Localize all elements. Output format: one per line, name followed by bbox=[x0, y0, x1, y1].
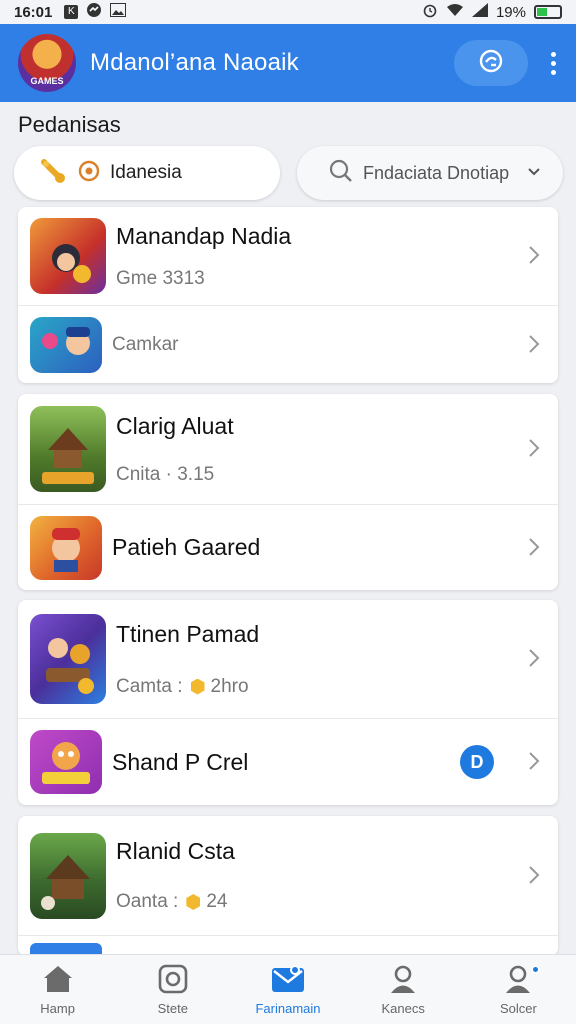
coin-icon bbox=[190, 678, 205, 695]
game-title: Ttinen Pamad bbox=[116, 620, 260, 647]
mail-icon bbox=[270, 964, 306, 997]
search-filter-chip[interactable]: Fndaciata Dnotiap bbox=[297, 146, 563, 200]
nav-label: Hamp bbox=[40, 1000, 75, 1016]
app-logo-text: GAMES bbox=[30, 76, 64, 86]
signal-icon bbox=[471, 3, 488, 21]
game-title: Rlanid Csta bbox=[116, 838, 235, 864]
chevron-right-icon bbox=[528, 329, 540, 361]
game-subtitle: Camta : 2hro bbox=[116, 676, 259, 698]
nav-item-store[interactable]: Stete bbox=[115, 955, 230, 1024]
alarm-icon bbox=[422, 2, 438, 22]
target-icon bbox=[78, 160, 100, 187]
image-icon bbox=[110, 3, 127, 21]
profile-icon bbox=[503, 964, 533, 997]
game-subtitle: Oanta : 24 bbox=[116, 891, 235, 913]
game-subtitle-value: 24 bbox=[206, 891, 228, 912]
list-item[interactable]: Shand P Crel D bbox=[18, 719, 558, 805]
list-item[interactable]: Camkar bbox=[18, 306, 558, 383]
game-subtitle: Camkar bbox=[112, 333, 179, 355]
status-bar: 16:01 K 19% bbox=[0, 0, 576, 24]
list-item[interactable]: Rlanid Csta Oanta : 24 bbox=[18, 816, 558, 936]
home-icon bbox=[41, 964, 75, 997]
list-item[interactable]: Manandap Nadia Gme 3313 bbox=[18, 207, 558, 306]
nav-label: Kanecs bbox=[381, 1000, 425, 1016]
game-title: Shand P Crel bbox=[112, 748, 249, 775]
game-subtitle: Cnita · 3.15 bbox=[116, 463, 215, 485]
game-card: Ttinen Pamad Camta : 2hro Shand P Crel D bbox=[18, 600, 558, 805]
chevron-right-icon bbox=[528, 746, 540, 778]
chevron-right-icon bbox=[528, 433, 540, 465]
list-item[interactable]: Patieh Gaared bbox=[18, 505, 558, 590]
nav-label: Stete bbox=[157, 1000, 188, 1016]
nav-item-profile[interactable]: Solcer bbox=[461, 955, 576, 1024]
search-icon bbox=[329, 159, 353, 188]
game-thumbnail bbox=[30, 515, 102, 580]
game-subtitle-prefix: Camta : bbox=[116, 675, 183, 697]
notification-k-icon: K bbox=[64, 5, 79, 19]
pin-trophy-icon bbox=[38, 156, 68, 191]
app-bar: GAMES Mdanol’ana Naoaik bbox=[0, 24, 576, 102]
section-label: Pedanisas bbox=[18, 112, 121, 137]
update-badge[interactable]: D bbox=[460, 745, 494, 779]
chevron-right-icon bbox=[528, 860, 540, 892]
status-time: 16:01 bbox=[14, 3, 53, 21]
battery-percent: 19% bbox=[495, 3, 526, 21]
nav-item-messages[interactable]: Farinamain bbox=[230, 955, 345, 1024]
game-subtitle-value: 2hro bbox=[210, 675, 249, 697]
more-vert-icon bbox=[550, 51, 556, 57]
game-subtitle: Gme 3313 bbox=[116, 267, 205, 289]
game-thumbnail bbox=[30, 218, 106, 294]
bottom-navigation: Hamp Stete Farinamain Kanecs Solcer bbox=[0, 954, 576, 1024]
game-title: Manandap Nadia bbox=[116, 222, 292, 249]
chevron-right-icon bbox=[528, 240, 540, 272]
game-thumbnail bbox=[30, 406, 106, 492]
battery-icon bbox=[534, 5, 562, 19]
chevron-right-icon bbox=[528, 532, 540, 564]
game-thumbnail bbox=[30, 316, 102, 373]
nav-label: Farinamain bbox=[255, 1000, 321, 1016]
game-thumbnail bbox=[30, 614, 106, 704]
coin-icon bbox=[186, 894, 201, 910]
app-title: Mdanol’ana Naoaik bbox=[90, 49, 299, 76]
nav-item-contacts[interactable]: Kanecs bbox=[346, 955, 461, 1024]
region-filter-chip[interactable]: Idanesia bbox=[14, 146, 280, 200]
status-right: 19% bbox=[422, 2, 562, 22]
list-item-partial[interactable] bbox=[18, 936, 558, 956]
game-subtitle-prefix: Oanta : bbox=[116, 891, 179, 912]
instagram-icon bbox=[158, 964, 188, 997]
notification-dot bbox=[531, 965, 541, 974]
list-item[interactable]: Clarig Aluat Cnita · 3.15 bbox=[18, 394, 558, 505]
search-filter-label: Fndaciata Dnotiap bbox=[363, 162, 510, 183]
person-icon bbox=[388, 964, 418, 997]
nav-label: Solcer bbox=[499, 1000, 537, 1016]
wifi-icon bbox=[446, 3, 464, 21]
region-filter-label: Idanesia bbox=[110, 162, 182, 183]
nav-item-home[interactable]: Hamp bbox=[0, 955, 115, 1024]
game-thumbnail bbox=[30, 832, 106, 919]
game-title: Patieh Gaared bbox=[112, 534, 261, 560]
game-card: Rlanid Csta Oanta : 24 bbox=[18, 816, 558, 956]
list-item[interactable]: Ttinen Pamad Camta : 2hro bbox=[18, 600, 558, 719]
app-logo[interactable]: GAMES bbox=[18, 34, 76, 92]
game-title: Clarig Aluat bbox=[116, 412, 234, 439]
game-thumbnail bbox=[30, 730, 102, 794]
notification-dot bbox=[289, 965, 300, 975]
refresh-button[interactable] bbox=[454, 40, 528, 86]
messenger-icon bbox=[86, 2, 102, 22]
chevron-right-icon bbox=[528, 643, 540, 675]
chevron-down-icon bbox=[527, 164, 541, 182]
game-card: Manandap Nadia Gme 3313 Camkar bbox=[18, 207, 558, 383]
refresh-icon bbox=[477, 47, 505, 80]
game-card: Clarig Aluat Cnita · 3.15 Patieh Gaared bbox=[18, 394, 558, 590]
more-vert-button[interactable] bbox=[548, 51, 558, 75]
